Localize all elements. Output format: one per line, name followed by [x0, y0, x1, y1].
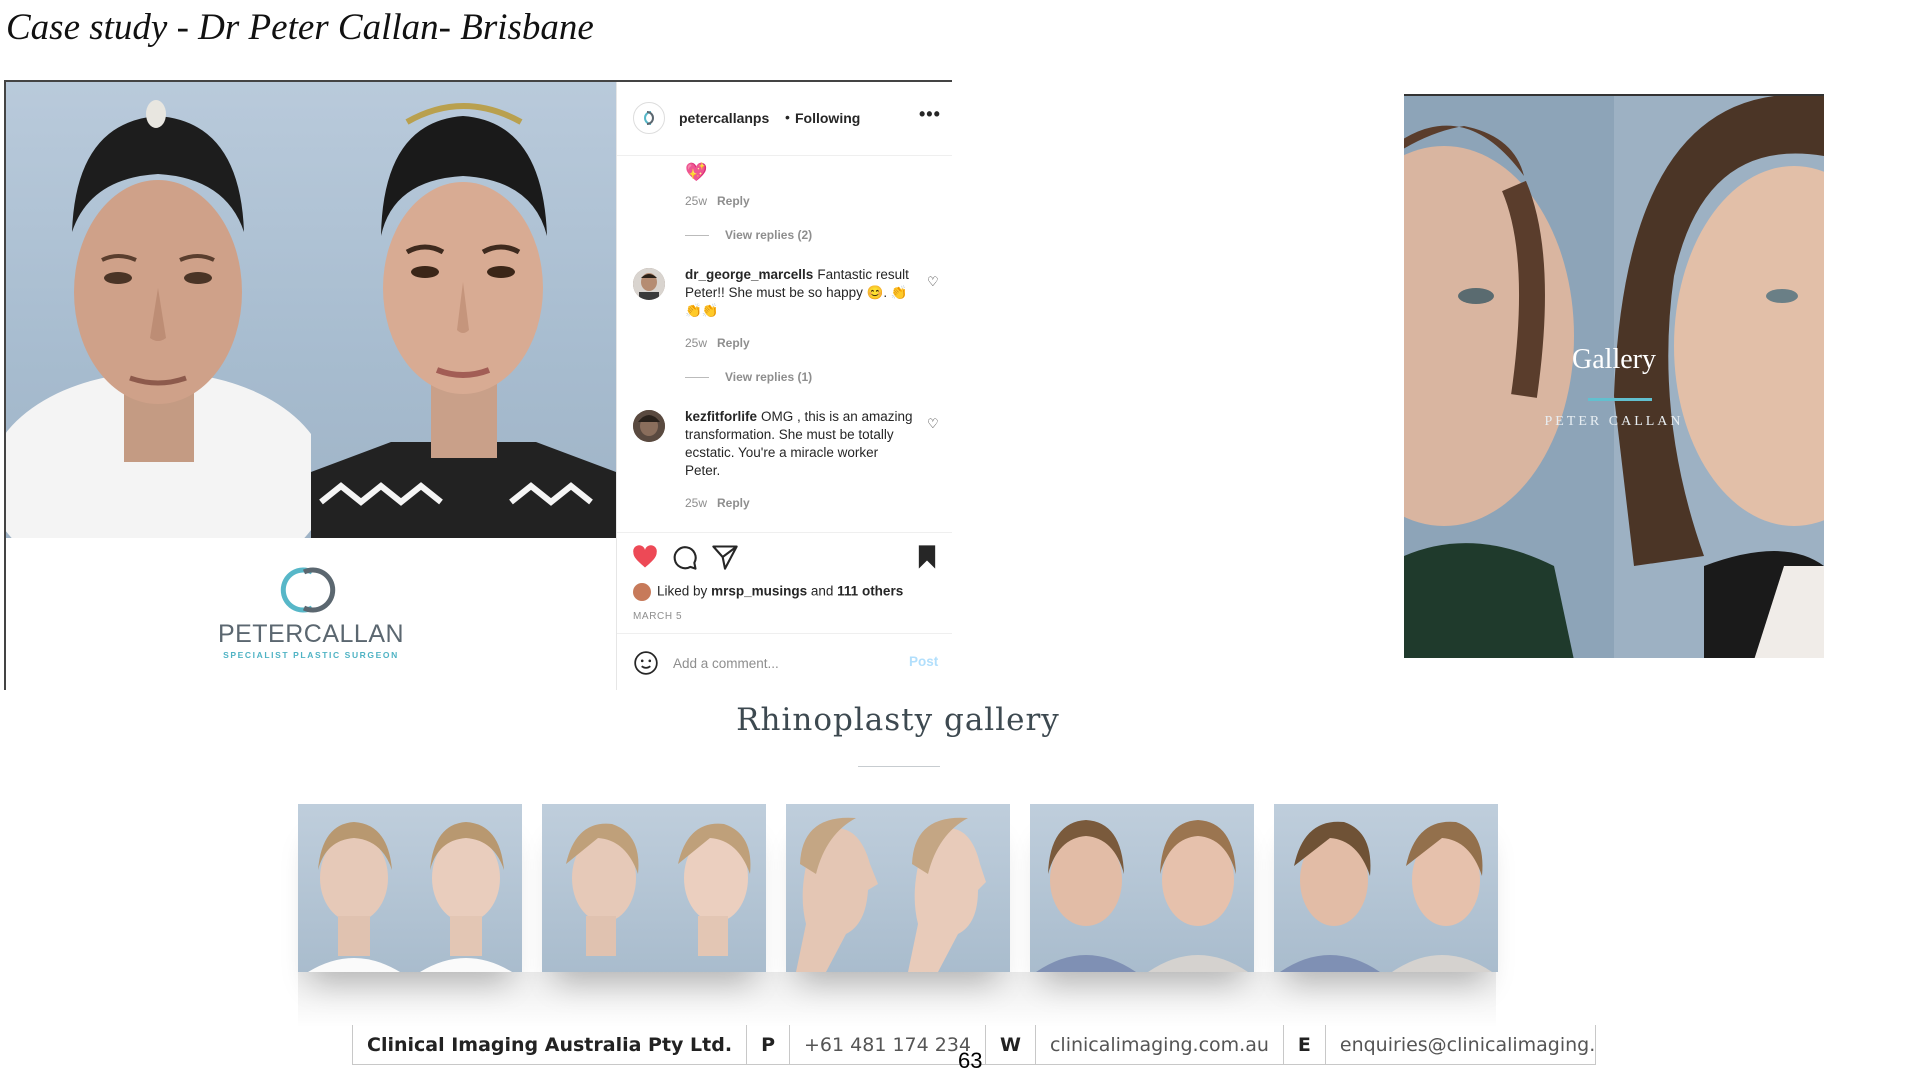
- post-date: MARCH 5: [633, 611, 683, 622]
- profile-avatar[interactable]: [633, 102, 665, 134]
- comment-like-icon[interactable]: ♡: [927, 416, 939, 432]
- liked-and: and: [810, 583, 834, 599]
- gallery-hero-divider: [1588, 398, 1652, 401]
- brand-subtitle: SPECIALIST PLASTIC SURGEON: [223, 650, 399, 660]
- rhinoplasty-thumbnail[interactable]: [298, 804, 522, 972]
- commenter-username[interactable]: kezfitforlife: [685, 409, 757, 424]
- like-heart-icon[interactable]: [631, 543, 659, 571]
- after-photo: [1386, 804, 1498, 972]
- gallery-hero-subtitle: PETER CALLAN: [1544, 414, 1684, 429]
- post-header: petercallanps • Following •••: [617, 82, 952, 156]
- brand-block: PETERCALLAN SPECIALIST PLASTIC SURGEON: [6, 538, 616, 690]
- peter-callan-logo: [280, 567, 336, 613]
- comment-like-icon[interactable]: ♡: [927, 274, 939, 290]
- post-username[interactable]: petercallanps: [679, 110, 769, 126]
- page-number: 63: [958, 1048, 983, 1073]
- post-photo[interactable]: PETERCALLAN SPECIALIST PLASTIC SURGEON: [6, 82, 616, 690]
- before-photo: [1030, 804, 1142, 972]
- phone-number[interactable]: +61 481 174 234: [790, 1034, 985, 1056]
- rhinoplasty-thumbnail-strip: [298, 804, 1498, 972]
- gallery-hero-image: Gallery PETER CALLAN: [1404, 94, 1824, 658]
- commenter-username[interactable]: dr_george_marcells: [685, 267, 813, 282]
- instagram-post-card: PETERCALLAN SPECIALIST PLASTIC SURGEON p…: [4, 80, 952, 690]
- rhinoplasty-thumbnail[interactable]: [542, 804, 766, 972]
- view-replies-link[interactable]: View replies (1): [685, 370, 812, 384]
- liked-prefix: Liked by: [657, 583, 708, 599]
- phone-key: P: [761, 1033, 775, 1056]
- more-options-icon[interactable]: •••: [919, 104, 941, 125]
- comment-meta: 25w Reply: [685, 194, 750, 208]
- liked-others[interactable]: 111 others: [837, 584, 903, 599]
- comment-age: 25w: [685, 194, 708, 208]
- reply-link[interactable]: Reply: [717, 496, 750, 510]
- rhinoplasty-thumbnail[interactable]: [1274, 804, 1498, 972]
- rhinoplasty-divider: [858, 766, 940, 767]
- after-photo: [654, 804, 766, 972]
- comment-body: kezfitforlife OMG , this is an amazing tr…: [685, 408, 915, 480]
- email-key: E: [1297, 1033, 1311, 1056]
- comment-age: 25w: [685, 336, 708, 350]
- rhinoplasty-thumbnail[interactable]: [1030, 804, 1254, 972]
- website-link[interactable]: clinicalimaging.com.au: [1036, 1034, 1283, 1056]
- brand-name: PETERCALLAN: [217, 620, 405, 648]
- after-photo: [410, 804, 522, 972]
- before-photo: [6, 82, 311, 538]
- rhinoplasty-thumbnail[interactable]: [786, 804, 1010, 972]
- reply-link[interactable]: Reply: [717, 194, 750, 208]
- thumbnail-strip-shadow: [298, 972, 1496, 1028]
- post-actions: Liked by mrsp_musings and 111 others MAR…: [617, 532, 952, 690]
- liked-by-line: Liked by mrsp_musings and 111 others: [633, 583, 903, 601]
- comment-icon[interactable]: [671, 543, 699, 571]
- email-link[interactable]: enquiries@clinicalimaging.com.au: [1326, 1034, 1595, 1056]
- following-button[interactable]: Following: [795, 110, 860, 126]
- after-photo: [898, 804, 1010, 972]
- before-photo: [298, 804, 410, 972]
- comment-body: dr_george_marcells Fantastic result Peter…: [685, 266, 915, 320]
- view-replies-link[interactable]: View replies (2): [685, 228, 812, 242]
- emoji-smile-icon[interactable]: [633, 650, 659, 676]
- after-photo: [311, 82, 616, 538]
- before-photo: [1274, 804, 1386, 972]
- liker-avatar[interactable]: [633, 583, 651, 601]
- share-icon[interactable]: [711, 543, 739, 571]
- slide-title: Case study - Dr Peter Callan- Brisbane: [6, 7, 594, 48]
- after-photo: [1142, 804, 1254, 972]
- gallery-hero-photo: [1404, 96, 1824, 658]
- comment-meta: 25w Reply: [685, 336, 750, 350]
- add-comment-row: Post: [617, 633, 952, 690]
- header-separator: •: [785, 109, 790, 125]
- post-comment-button[interactable]: Post: [909, 654, 938, 669]
- gallery-hero-title: Gallery: [1572, 344, 1656, 375]
- comment-list[interactable]: 💖 25w Reply View replies (2) dr_george_ma…: [617, 156, 952, 532]
- commenter-avatar[interactable]: [633, 268, 665, 300]
- before-after-photo: [6, 82, 616, 538]
- liked-user[interactable]: mrsp_musings: [711, 584, 807, 599]
- web-key: W: [1000, 1033, 1021, 1056]
- rhinoplasty-gallery-title: Rhinoplasty gallery: [736, 702, 1060, 738]
- reply-link[interactable]: Reply: [717, 336, 750, 350]
- before-photo: [542, 804, 654, 972]
- bookmark-icon[interactable]: [913, 543, 941, 571]
- before-photo: [786, 804, 898, 972]
- heart-emoji: 💖: [685, 162, 708, 182]
- commenter-avatar[interactable]: [633, 410, 665, 442]
- comment-age: 25w: [685, 496, 708, 510]
- add-comment-input[interactable]: [673, 652, 893, 674]
- comment-meta: 25w Reply: [685, 496, 750, 510]
- instagram-side-panel: petercallanps • Following ••• 💖 25w Reply…: [616, 82, 952, 690]
- company-name: Clinical Imaging Australia Pty Ltd.: [367, 1033, 733, 1056]
